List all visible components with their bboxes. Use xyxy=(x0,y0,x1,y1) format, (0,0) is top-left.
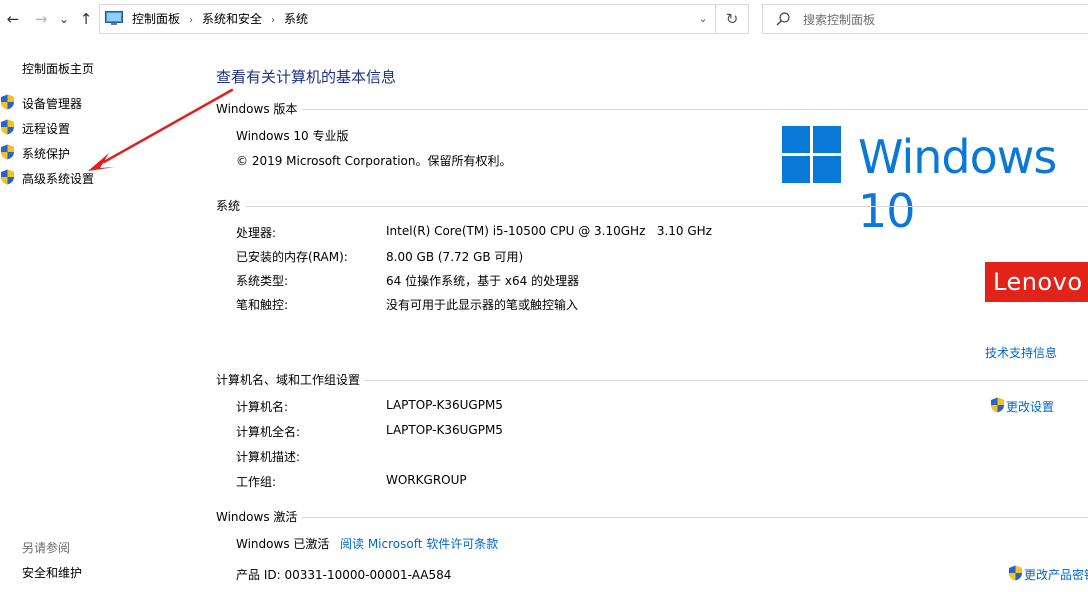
address-bar[interactable]: › 控制面板 › 系统和安全 › 系统 ⌄ ↻ xyxy=(99,4,749,34)
change-settings-link[interactable]: 更改设置 xyxy=(1006,398,1054,415)
windows-activation-heading: Windows 激活 xyxy=(216,510,298,524)
page-title: 查看有关计算机的基本信息 xyxy=(216,68,397,86)
computer-name-value: LAPTOP-K36UGPM5 xyxy=(386,398,503,412)
computer-name-heading: 计算机名、域和工作组设置 xyxy=(216,373,361,387)
uac-shield-icon xyxy=(1,144,14,160)
system-type-value: 64 位操作系统，基于 x64 的处理器 xyxy=(386,274,580,288)
security-maintenance-link[interactable]: 安全和维护 xyxy=(22,564,82,581)
windows-10-logo-text: Windows 10 xyxy=(858,130,1057,238)
ram-label: 已安装的内存(RAM): xyxy=(236,250,348,264)
support-information-link[interactable]: 技术支持信息 xyxy=(985,344,1057,361)
breadcrumb-item-control-panel[interactable]: 控制面板 xyxy=(132,5,180,33)
uac-shield-icon xyxy=(1,119,14,135)
see-also-heading: 另请参阅 xyxy=(22,541,71,555)
product-id: 产品 ID: 00331-10000-00001-AA584 xyxy=(236,568,452,582)
lenovo-oem-logo: Lenovo xyxy=(985,262,1088,302)
change-product-key-link[interactable]: 更改产品密钥 xyxy=(1024,566,1088,583)
section-divider xyxy=(246,206,1088,207)
ram-value: 8.00 GB (7.72 GB 可用) xyxy=(386,250,524,264)
back-arrow-icon[interactable]: ← xyxy=(4,9,22,29)
search-input[interactable] xyxy=(801,8,1085,32)
uac-shield-icon xyxy=(1009,565,1022,581)
sidebar-item-label[interactable]: 远程设置 xyxy=(22,120,70,137)
breadcrumb: 控制面板 › 系统和安全 › 系统 xyxy=(132,5,308,33)
computer-name-label: 计算机名: xyxy=(236,400,289,414)
sidebar-item-label[interactable]: 系统保护 xyxy=(22,145,70,162)
search-box[interactable] xyxy=(762,4,1088,34)
activation-status: Windows 已激活 xyxy=(236,537,330,551)
breadcrumb-item-system[interactable]: 系统 xyxy=(284,5,308,33)
breadcrumb-chevron-icon[interactable]: › xyxy=(271,7,275,35)
section-divider xyxy=(302,517,1088,518)
uac-shield-icon xyxy=(1,94,14,110)
refresh-icon[interactable]: ↻ xyxy=(715,5,748,33)
system-type-label: 系统类型: xyxy=(236,274,289,288)
full-computer-name-value: LAPTOP-K36UGPM5 xyxy=(386,423,503,437)
section-divider xyxy=(364,380,1088,381)
up-arrow-icon[interactable]: ↑ xyxy=(77,9,95,29)
pen-touch-label: 笔和触控: xyxy=(236,298,289,312)
breadcrumb-item-system-security[interactable]: 系统和安全 xyxy=(202,5,262,33)
navigation-bar: ← → ⌄ ↑ › 控制面板 › 系统和安全 › 系统 ⌄ ↻ xyxy=(0,0,1088,38)
processor-label: 处理器: xyxy=(236,226,277,240)
section-divider xyxy=(302,109,1088,110)
breadcrumb-root-chevron-icon: › xyxy=(120,13,124,24)
windows-edition-heading: Windows 版本 xyxy=(216,102,298,116)
workgroup-value: WORKGROUP xyxy=(386,473,467,487)
edition-name: Windows 10 专业版 xyxy=(236,129,349,143)
computer-description-label: 计算机描述: xyxy=(236,450,301,464)
workgroup-label: 工作组: xyxy=(236,475,277,489)
copyright-text: © 2019 Microsoft Corporation。保留所有权利。 xyxy=(236,154,512,168)
sidebar-item-label[interactable]: 设备管理器 xyxy=(22,95,82,112)
address-history-dropdown-icon[interactable]: ⌄ xyxy=(694,5,712,33)
uac-shield-icon xyxy=(991,397,1004,413)
full-computer-name-label: 计算机全名: xyxy=(236,425,301,439)
system-heading: 系统 xyxy=(216,199,241,213)
search-icon xyxy=(776,12,790,26)
pen-touch-value: 没有可用于此显示器的笔或触控输入 xyxy=(386,298,579,312)
breadcrumb-chevron-icon[interactable]: › xyxy=(189,7,193,35)
sidebar-item-label[interactable]: 高级系统设置 xyxy=(22,170,94,187)
processor-value: Intel(R) Core(TM) i5-10500 CPU @ 3.10GHz… xyxy=(386,224,712,238)
control-panel-home-link[interactable]: 控制面板主页 xyxy=(22,60,94,77)
forward-arrow-icon[interactable]: → xyxy=(32,9,50,29)
uac-shield-icon xyxy=(1,169,14,185)
left-task-pane: 控制面板主页 设备管理器 远程设置 系统保护 高级系统设置 另请参阅 安全和维护 xyxy=(0,38,196,592)
windows-logo-icon xyxy=(782,126,842,184)
license-terms-link[interactable]: 阅读 Microsoft 软件许可条款 xyxy=(340,535,498,552)
recent-locations-chevron-icon[interactable]: ⌄ xyxy=(57,9,71,29)
